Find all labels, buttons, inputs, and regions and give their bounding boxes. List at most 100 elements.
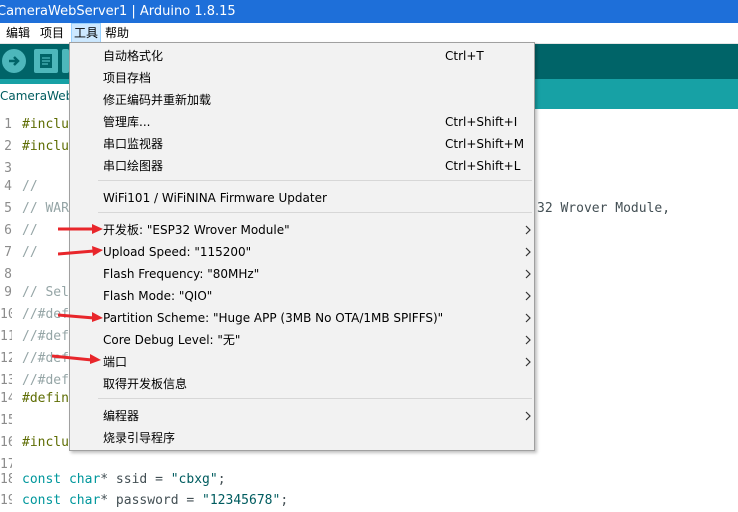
menu-item[interactable]: 管理库... Ctrl+Shift+I bbox=[70, 111, 534, 133]
menu-item[interactable]: 取得开发板信息 bbox=[70, 373, 534, 395]
menu-item-label: Flash Mode: "QIO" bbox=[103, 289, 213, 303]
code-line: 18 const char* ssid = "cbxg"; bbox=[0, 469, 738, 491]
menu-item-label: 管理库... bbox=[103, 115, 151, 129]
menubar: 编辑 项目 工具 帮助 bbox=[0, 23, 738, 44]
line-number: 6 bbox=[4, 223, 12, 238]
menu-item[interactable]: 端口 bbox=[70, 351, 534, 373]
menu-item[interactable]: 修正编码并重新加载 bbox=[70, 89, 534, 111]
menu-item-label: Core Debug Level: "无" bbox=[103, 333, 241, 347]
menu-item[interactable]: Partition Scheme: "Huge APP (3MB No OTA/… bbox=[70, 307, 534, 329]
line-code: #inclu bbox=[22, 117, 69, 132]
line-code: // bbox=[22, 245, 38, 260]
line-code: //#def bbox=[22, 329, 69, 344]
menu-item[interactable]: 烧录引导程序 bbox=[70, 427, 534, 449]
line-number: 12 bbox=[0, 351, 12, 366]
menu-item[interactable]: 编程器 bbox=[70, 405, 534, 427]
red-arrow-annotation bbox=[52, 354, 101, 364]
code-token: ; bbox=[280, 493, 289, 508]
menu-separator bbox=[98, 212, 532, 213]
menu-item-shortcut: Ctrl+T bbox=[445, 49, 484, 63]
code-token: char bbox=[68, 472, 101, 487]
code-token: ; bbox=[217, 472, 226, 487]
menu-item[interactable]: 串口绘图器 Ctrl+Shift+L bbox=[70, 155, 534, 177]
menu-item-label: 串口绘图器 bbox=[103, 159, 164, 173]
line-number: 15 bbox=[0, 413, 12, 428]
window-titlebar: CameraWebServer1 | Arduino 1.8.15 bbox=[0, 0, 738, 23]
menu-item-label: 端口 bbox=[103, 355, 128, 369]
line-code: #inclu bbox=[22, 435, 69, 450]
menu-item[interactable]: 自动格式化 Ctrl+T bbox=[70, 45, 534, 67]
menu-item[interactable]: Flash Mode: "QIO" bbox=[70, 285, 534, 307]
menu-item[interactable]: WiFi101 / WiFiNINA Firmware Updater bbox=[70, 187, 534, 209]
menu-item-label: Flash Frequency: "80MHz" bbox=[103, 267, 260, 281]
menu-item-label: 修正编码并重新加载 bbox=[103, 93, 212, 107]
menu-help[interactable]: 帮助 bbox=[105, 23, 129, 43]
line-number: 2 bbox=[4, 139, 12, 154]
line-code: // bbox=[22, 223, 38, 238]
menu-item-shortcut: Ctrl+Shift+L bbox=[445, 159, 521, 173]
line-code: const char* password = "12345678"; bbox=[22, 490, 288, 512]
line-code: #inclu bbox=[22, 139, 69, 154]
menu-item-label: 自动格式化 bbox=[103, 49, 164, 63]
code-token: * password = bbox=[100, 493, 203, 508]
menu-item-shortcut: Ctrl+Shift+I bbox=[445, 115, 518, 129]
new-icon[interactable] bbox=[34, 49, 58, 73]
red-arrow-annotation bbox=[58, 246, 103, 256]
menu-item-label: Upload Speed: "115200" bbox=[103, 245, 252, 259]
window-title: CameraWebServer1 | Arduino 1.8.15 bbox=[0, 4, 236, 19]
menu-item[interactable]: Core Debug Level: "无" bbox=[70, 329, 534, 351]
menu-tools[interactable]: 工具 bbox=[71, 23, 102, 43]
menu-item-label: 取得开发板信息 bbox=[103, 377, 188, 391]
line-code: // bbox=[22, 179, 38, 194]
menu-item[interactable]: 串口监视器 Ctrl+Shift+M bbox=[70, 133, 534, 155]
line-number: 11 bbox=[0, 329, 12, 344]
line-number: 1 bbox=[4, 117, 12, 132]
menu-item[interactable]: 开发板: "ESP32 Wrover Module" bbox=[70, 219, 534, 241]
tools-menu: 自动格式化 Ctrl+T 项目存档修正编码并重新加载 管理库... Ctrl+Shift… bbox=[69, 42, 535, 451]
menu-item-label: 开发板: "ESP32 Wrover Module" bbox=[103, 223, 290, 237]
menu-item[interactable]: Upload Speed: "115200" bbox=[70, 241, 534, 263]
menu-item-label: 项目存档 bbox=[103, 71, 152, 85]
menu-item-label: Partition Scheme: "Huge APP (3MB No OTA/… bbox=[103, 311, 444, 325]
code-token: const bbox=[22, 472, 62, 487]
code-overflow-text: 32 Wrover Module, bbox=[537, 198, 737, 220]
menu-edit[interactable]: 编辑 bbox=[6, 23, 30, 43]
line-number: 18 bbox=[0, 472, 12, 487]
menu-item-label: 编程器 bbox=[103, 409, 140, 423]
code-line: 19 const char* password = "12345678"; bbox=[0, 490, 738, 512]
line-number: 14 bbox=[0, 391, 12, 406]
line-code: const char* ssid = "cbxg"; bbox=[22, 469, 226, 491]
red-arrow-annotation bbox=[58, 224, 103, 234]
code-token: * ssid = bbox=[100, 472, 171, 487]
open-icon[interactable] bbox=[62, 49, 69, 73]
line-number: 19 bbox=[0, 493, 12, 508]
menu-item-label: 串口监视器 bbox=[103, 137, 164, 151]
menu-item[interactable]: 项目存档 bbox=[70, 67, 534, 89]
menu-sketch[interactable]: 项目 bbox=[40, 23, 64, 43]
sketch-tab[interactable]: CameraWebServer bbox=[0, 84, 80, 109]
code-token: "12345678" bbox=[202, 493, 281, 508]
code-token: const bbox=[22, 493, 62, 508]
menu-item-shortcut: Ctrl+Shift+M bbox=[445, 137, 525, 151]
verify-icon[interactable] bbox=[2, 49, 26, 73]
line-code: // WAR bbox=[22, 201, 69, 216]
menu-separator bbox=[98, 398, 532, 399]
line-number: 10 bbox=[0, 307, 12, 322]
code-token: "cbxg" bbox=[170, 472, 218, 487]
menu-item-label: 烧录引导程序 bbox=[103, 431, 176, 445]
line-number: 16 bbox=[0, 435, 12, 450]
code-token: 32 Wrover Module, bbox=[537, 201, 671, 216]
line-number: 7 bbox=[4, 245, 12, 260]
menu-item-label: WiFi101 / WiFiNINA Firmware Updater bbox=[103, 191, 327, 205]
line-number: 9 bbox=[4, 285, 12, 300]
code-token: char bbox=[68, 493, 101, 508]
line-number: 5 bbox=[4, 201, 12, 216]
line-code: // Sel bbox=[22, 285, 69, 300]
line-number: 4 bbox=[4, 179, 12, 194]
menu-item[interactable]: Flash Frequency: "80MHz" bbox=[70, 263, 534, 285]
menu-separator bbox=[98, 180, 532, 181]
red-arrow-annotation bbox=[58, 312, 103, 322]
line-code: #defin bbox=[22, 391, 69, 406]
